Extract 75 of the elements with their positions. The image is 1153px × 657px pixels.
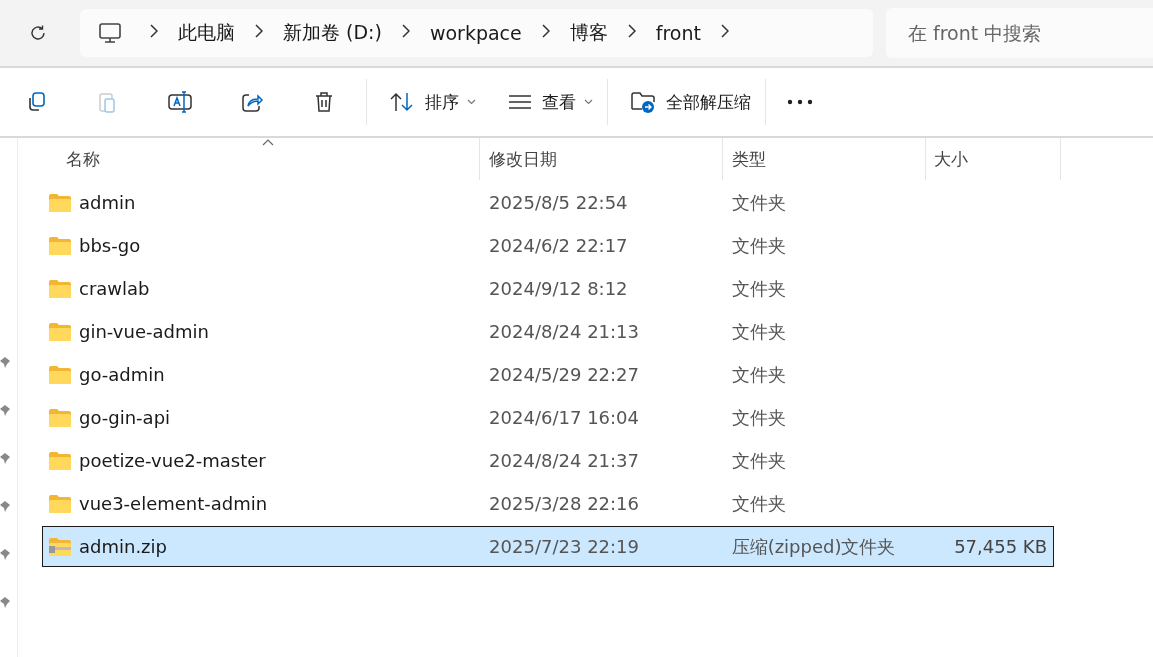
folder-icon [48, 192, 72, 213]
folder-extract-icon [630, 90, 656, 114]
file-type: 压缩(zipped)文件夹 [730, 534, 897, 559]
chevron-down-icon [584, 99, 593, 105]
modified-date: 2024/8/24 21:37 [488, 450, 640, 471]
file-size: 57,455 KB [954, 536, 1047, 557]
view-button[interactable]: 查看 [496, 80, 605, 124]
file-type: 文件夹 [730, 448, 787, 473]
pin-icon[interactable] [0, 452, 10, 464]
file-type: 文件夹 [730, 233, 787, 258]
folder-icon [48, 321, 72, 342]
modified-date: 2025/7/23 22:19 [488, 536, 640, 557]
file-name: gin-vue-admin [79, 321, 209, 342]
file-type: 文件夹 [730, 491, 787, 516]
file-row[interactable]: gin-vue-admin 2024/8/24 21:13 文件夹 [42, 311, 1054, 352]
file-name: go-admin [79, 364, 165, 385]
sort-button[interactable]: 排序 [377, 80, 488, 124]
modified-date: 2025/8/5 22:54 [488, 192, 629, 213]
file-row[interactable]: admin.zip 2025/7/23 22:19 压缩(zipped)文件夹 57,455 KB [42, 526, 1054, 567]
modified-date: 2024/9/12 8:12 [488, 278, 629, 299]
sort-arrows-icon [389, 91, 415, 113]
zip-folder-icon [48, 536, 72, 557]
breadcrumb-item[interactable]: 此电脑 [172, 20, 242, 46]
file-name: admin [79, 192, 136, 213]
file-name: poetize-vue2-master [79, 450, 266, 471]
file-row[interactable]: go-gin-api 2024/6/17 16:04 文件夹 [42, 397, 1054, 438]
address-bar[interactable]: 此电脑 新加卷 (D:) workpace 博客 front [80, 9, 873, 57]
file-type: 文件夹 [730, 190, 787, 215]
file-row[interactable]: admin 2025/8/5 22:54 文件夹 [42, 182, 1054, 223]
folder-icon [48, 235, 72, 256]
column-header[interactable]: 大小 [926, 138, 1061, 180]
modified-date: 2024/5/29 22:27 [488, 364, 640, 385]
breadcrumb-item[interactable]: workpace [423, 22, 528, 44]
file-name: admin.zip [79, 536, 167, 557]
file-type: 文件夹 [730, 276, 787, 301]
folder-icon [48, 493, 72, 514]
column-header[interactable]: 名称 [18, 138, 480, 180]
rename-icon [167, 90, 193, 114]
folder-icon [48, 364, 72, 385]
modified-date: 2024/6/17 16:04 [488, 407, 640, 428]
pin-icon[interactable] [0, 500, 10, 512]
more-icon [787, 99, 813, 105]
column-header[interactable]: 修改日期 [480, 138, 723, 180]
file-type: 文件夹 [730, 362, 787, 387]
breadcrumb-item[interactable]: 新加卷 (D:) [277, 20, 388, 46]
folder-icon [48, 450, 72, 471]
folder-icon [48, 407, 72, 428]
file-type: 文件夹 [730, 319, 787, 344]
breadcrumb-item[interactable]: front [649, 22, 707, 44]
column-header[interactable]: 类型 [723, 138, 926, 180]
file-name: vue3-element-admin [79, 493, 268, 514]
extract-all-button[interactable]: 全部解压缩 [618, 80, 763, 124]
pin-icon[interactable] [0, 356, 10, 368]
breadcrumb-item[interactable]: 博客 [563, 20, 614, 46]
file-row[interactable]: go-admin 2024/5/29 22:27 文件夹 [42, 354, 1054, 395]
modified-date: 2024/8/24 21:13 [488, 321, 640, 342]
pin-icon[interactable] [0, 404, 10, 416]
list-lines-icon [508, 93, 532, 111]
pin-icon[interactable] [0, 596, 10, 608]
file-name: crawlab [79, 278, 150, 299]
file-name: go-gin-api [79, 407, 171, 428]
modified-date: 2025/3/28 22:16 [488, 493, 640, 514]
computer-icon [98, 22, 123, 44]
file-type: 文件夹 [730, 405, 787, 430]
pin-icon[interactable] [0, 548, 10, 560]
sort-up-icon [262, 139, 274, 146]
chevron-down-icon [467, 99, 476, 105]
modified-date: 2024/6/2 22:17 [488, 235, 629, 256]
file-row[interactable]: crawlab 2024/9/12 8:12 文件夹 [42, 268, 1054, 309]
file-row[interactable]: vue3-element-admin 2025/3/28 22:16 文件夹 [42, 483, 1054, 524]
file-row[interactable]: bbs-go 2024/6/2 22:17 文件夹 [42, 225, 1054, 266]
search-field[interactable]: 在 front 中搜索 [886, 8, 1153, 58]
file-name: bbs-go [79, 235, 141, 256]
folder-icon [48, 278, 72, 299]
file-row[interactable]: poetize-vue2-master 2024/8/24 21:37 文件夹 [42, 440, 1054, 481]
